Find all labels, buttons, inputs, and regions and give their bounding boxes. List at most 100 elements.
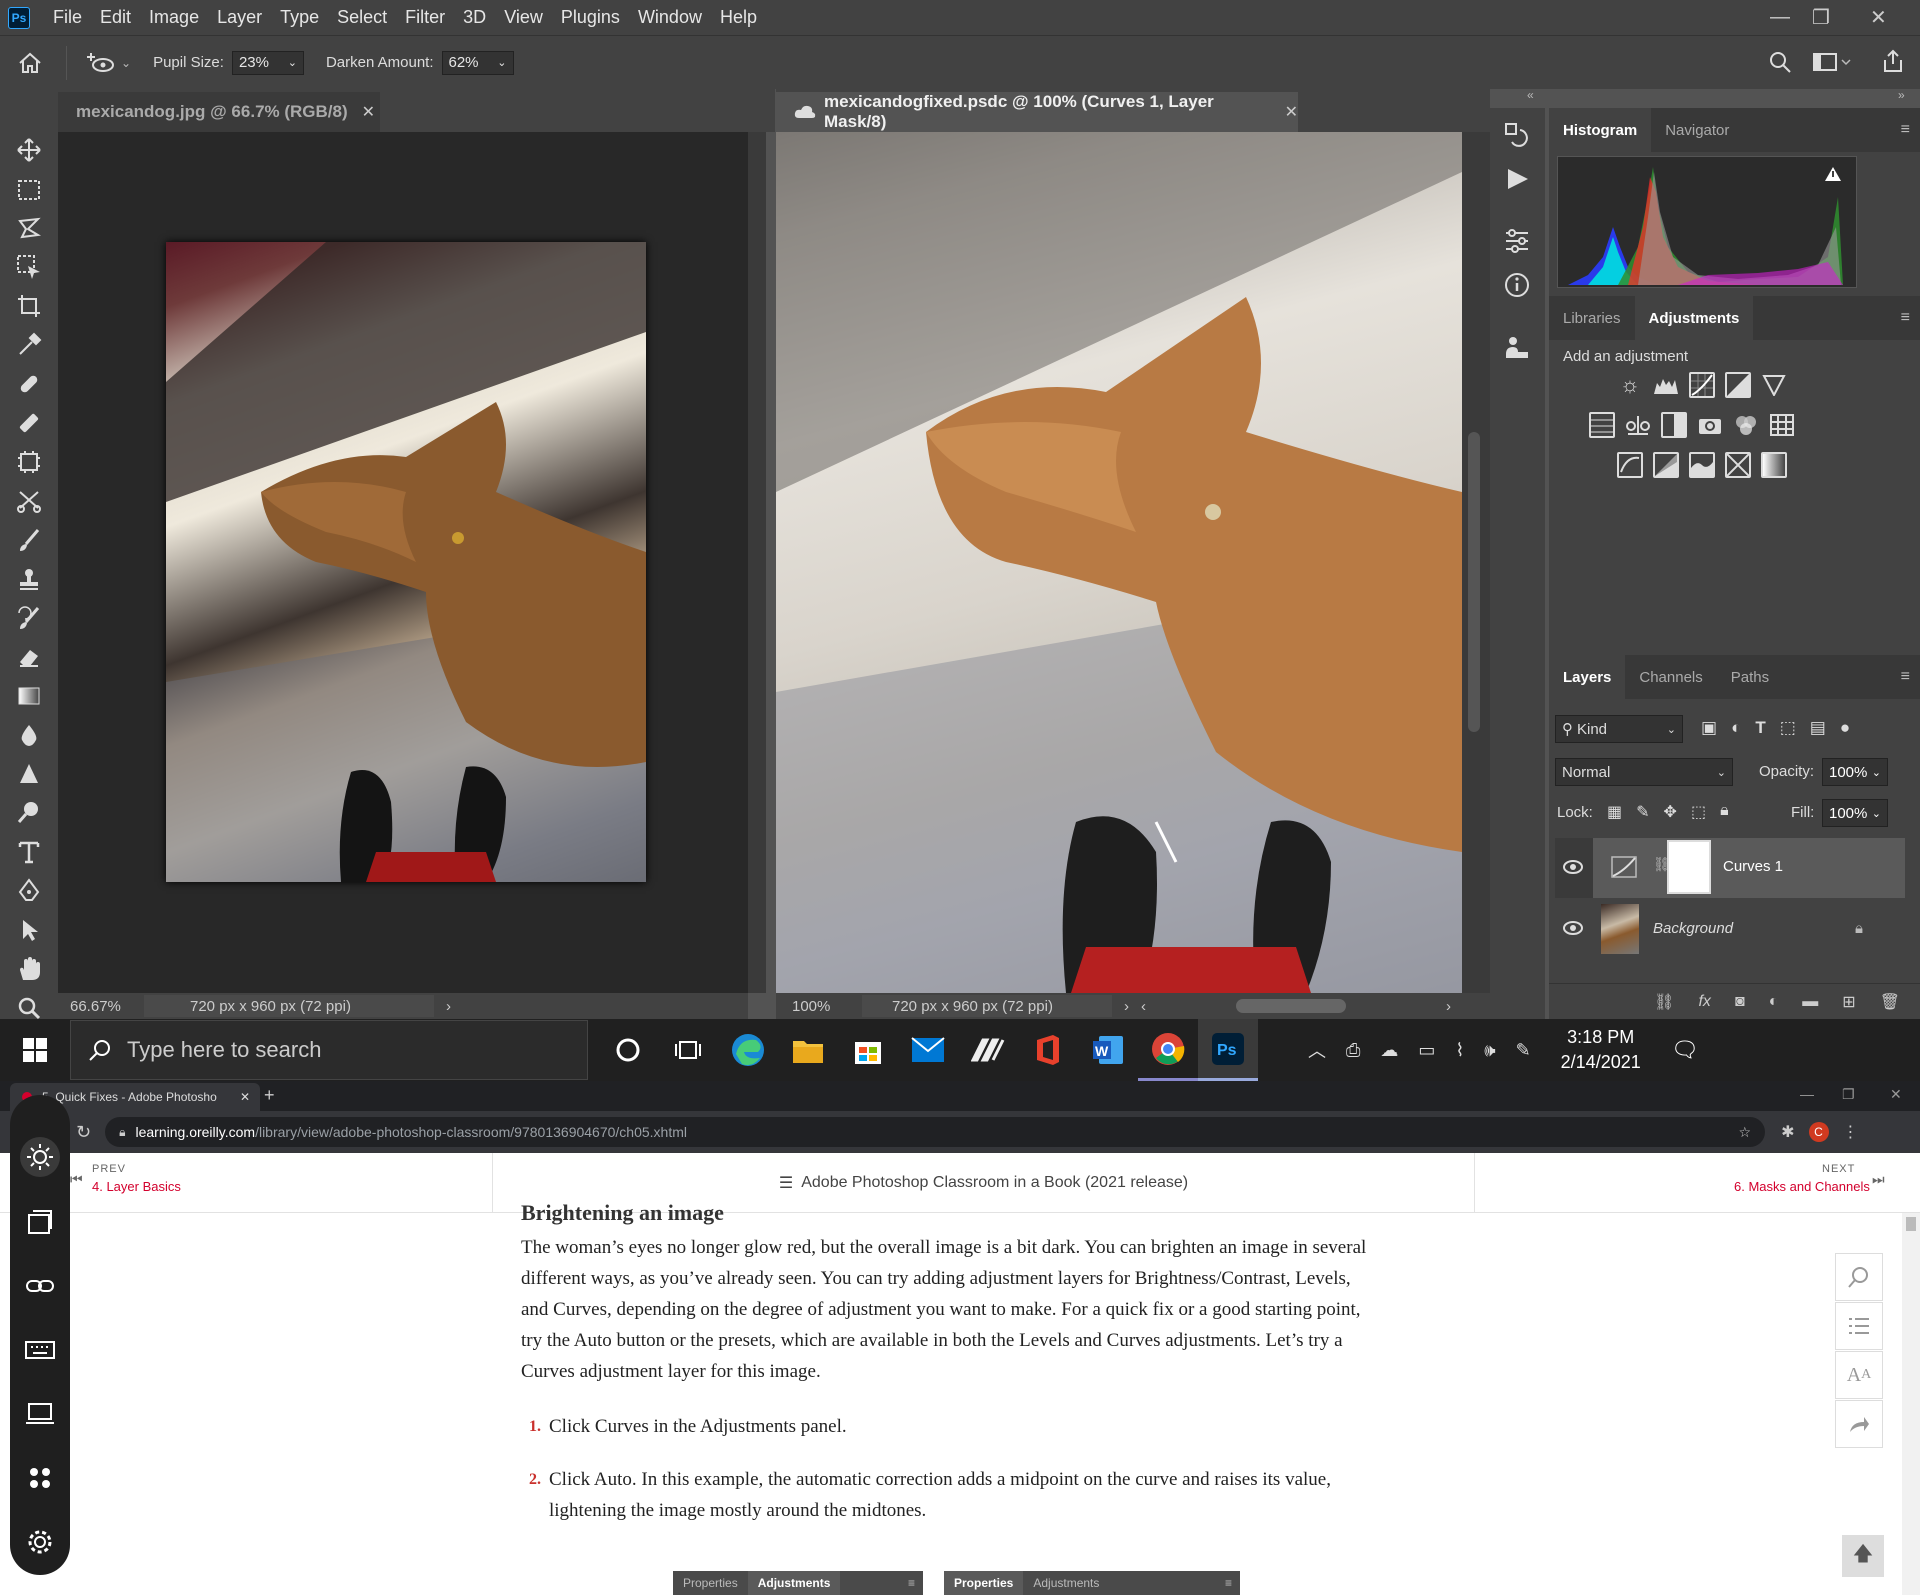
microsoft-store-icon[interactable] — [838, 1019, 898, 1081]
doc-info-1[interactable]: 720 px x 960 px (72 ppi) — [144, 995, 434, 1017]
tab-paths[interactable]: Paths — [1717, 655, 1783, 699]
hue-saturation-icon[interactable] — [1589, 412, 1615, 438]
notifications-icon[interactable]: 🗨︎ — [1671, 1037, 1699, 1063]
onedrive-icon[interactable]: ☁ — [1380, 1040, 1398, 1061]
laptop-icon[interactable] — [25, 1399, 55, 1429]
actions-play-icon[interactable] — [1504, 166, 1530, 192]
path-selection-tool-icon[interactable] — [14, 915, 44, 945]
fill-field[interactable]: 100% ⌄ — [1822, 799, 1888, 827]
brush-tool-icon[interactable] — [14, 408, 44, 438]
link-layers-icon[interactable]: ⛓︎ — [1654, 992, 1674, 1012]
file-explorer-icon[interactable] — [778, 1019, 838, 1081]
home-icon[interactable] — [0, 51, 60, 75]
tab-histogram[interactable]: Histogram — [1549, 108, 1652, 152]
healing-brush-tool-icon[interactable] — [14, 369, 44, 399]
new-layer-icon[interactable]: ⊞ — [1842, 992, 1855, 1012]
lasso-tool-icon[interactable] — [14, 213, 44, 243]
menu-plugins[interactable]: Plugins — [552, 7, 629, 28]
office-icon[interactable] — [1018, 1019, 1078, 1081]
wifi-icon[interactable]: ⌇ — [1455, 1040, 1464, 1061]
page-scrollbar[interactable] — [1902, 1213, 1920, 1595]
doc-info-2[interactable]: 720 px x 960 px (72 ppi) — [862, 995, 1112, 1017]
browser-menu-icon[interactable]: ⋮ — [1843, 1122, 1859, 1142]
menu-image[interactable]: Image — [140, 7, 208, 28]
mail-icon[interactable] — [898, 1019, 958, 1081]
page-scroll-thumb[interactable] — [1906, 1217, 1916, 1231]
lock-artboard-icon[interactable]: ⬚ — [1691, 802, 1706, 822]
tab-navigator[interactable]: Navigator — [1651, 108, 1743, 152]
menu-edit[interactable]: Edit — [91, 7, 140, 28]
new-adjustment-icon[interactable]: ◐ — [1769, 993, 1779, 1011]
type-filter-icon[interactable]: T — [1755, 718, 1765, 738]
scroll-thumb[interactable] — [1468, 432, 1480, 732]
menu-type[interactable]: Type — [271, 7, 328, 28]
menu-select[interactable]: Select — [328, 7, 396, 28]
new-group-icon[interactable]: ▬ — [1802, 993, 1818, 1011]
zoom-level-2[interactable]: 100% — [792, 998, 862, 1015]
next-chapter-link[interactable]: 6. Masks and Channels — [1734, 1179, 1870, 1194]
posterize-icon[interactable] — [1653, 452, 1679, 478]
windows-start-icon[interactable] — [0, 1038, 70, 1062]
tray-chevron-icon[interactable]: ︿ — [1308, 1037, 1326, 1063]
new-tab-icon[interactable]: + — [264, 1085, 275, 1106]
cortana-icon[interactable] — [598, 1019, 658, 1081]
next-arrow-icon[interactable]: ⏭ — [1872, 1171, 1885, 1188]
pupil-size-field[interactable]: 23% ⌄ — [231, 50, 304, 75]
photoshop-taskbar-icon[interactable]: Ps — [1198, 1019, 1258, 1081]
settings-gear-icon[interactable] — [25, 1527, 55, 1557]
selective-color-icon[interactable] — [1725, 452, 1751, 478]
smart-object-filter-icon[interactable]: ▤ — [1810, 718, 1826, 738]
edge-icon[interactable] — [718, 1019, 778, 1081]
darken-amount-field[interactable]: 62% ⌄ — [441, 50, 514, 75]
dodge-tool-icon[interactable] — [14, 759, 44, 789]
menu-layer[interactable]: Layer — [208, 7, 271, 28]
brightness-icon[interactable] — [20, 1137, 60, 1177]
opacity-field[interactable]: 100% ⌄ — [1822, 758, 1888, 786]
meet-now-icon[interactable]: ⎙ — [1346, 1040, 1360, 1061]
expand-panels-icon[interactable]: » — [1898, 88, 1905, 102]
black-white-icon[interactable] — [1661, 412, 1687, 438]
apps-grid-icon[interactable] — [25, 1463, 55, 1493]
screenshot-icon[interactable] — [25, 1207, 55, 1237]
menu-filter[interactable]: Filter — [396, 7, 454, 28]
prev-chapter-link[interactable]: 4. Layer Basics — [92, 1179, 181, 1194]
scissors-tool-icon[interactable] — [14, 486, 44, 516]
eye-visibility-icon[interactable] — [1563, 921, 1583, 935]
curves-icon[interactable] — [1689, 372, 1715, 398]
collapse-panels-icon[interactable]: « — [1527, 88, 1534, 102]
link-icon[interactable] — [25, 1271, 55, 1301]
search-icon[interactable] — [1768, 50, 1792, 74]
reader-share-icon[interactable] — [1835, 1400, 1883, 1448]
dodge-burn-tool-icon[interactable] — [14, 798, 44, 828]
blur-tool-icon[interactable] — [14, 720, 44, 750]
keyboard-icon[interactable] — [25, 1335, 55, 1365]
color-lookup-icon[interactable] — [1769, 412, 1795, 438]
back-to-top-icon[interactable]: 🡅 — [1842, 1535, 1884, 1577]
zoom-level-1[interactable]: 66.67% — [70, 998, 144, 1015]
share-icon[interactable] — [1880, 48, 1906, 74]
blend-mode-select[interactable]: Normal ⌄ — [1555, 758, 1733, 786]
reader-font-size-icon[interactable]: AA — [1835, 1351, 1883, 1399]
gradient-tool-icon[interactable] — [14, 681, 44, 711]
menu-3d[interactable]: 3D — [454, 7, 495, 28]
panel-menu-icon[interactable]: ≡ — [1901, 121, 1910, 139]
close-tab-icon[interactable]: ✕ — [240, 1090, 250, 1104]
object-selection-tool-icon[interactable] — [14, 252, 44, 282]
close-doc-icon[interactable]: ✕ — [1285, 102, 1298, 122]
volume-icon[interactable]: 🕪︎ — [1484, 1040, 1495, 1061]
filter-toggle-icon[interactable]: ● — [1840, 718, 1850, 738]
reader-toc-icon[interactable] — [1835, 1302, 1883, 1350]
type-tool-icon[interactable] — [14, 837, 44, 867]
info-icon[interactable] — [1504, 272, 1530, 298]
profile-avatar[interactable]: C — [1808, 1122, 1829, 1142]
horizontal-scroll-thumb[interactable] — [1236, 999, 1346, 1013]
invert-icon[interactable] — [1617, 452, 1643, 478]
paint-brush-icon[interactable] — [14, 525, 44, 555]
delete-layer-icon[interactable]: 🗑︎ — [1880, 992, 1900, 1012]
prev-arrow-icon[interactable]: ⏮ — [70, 1171, 83, 1188]
lock-position-icon[interactable]: ✥ — [1664, 802, 1677, 822]
workspace-icon[interactable] — [1812, 51, 1852, 73]
tab-libraries[interactable]: Libraries — [1549, 296, 1635, 340]
extensions-icon[interactable]: ✱ — [1781, 1122, 1794, 1142]
eye-visibility-icon[interactable] — [1563, 860, 1583, 874]
